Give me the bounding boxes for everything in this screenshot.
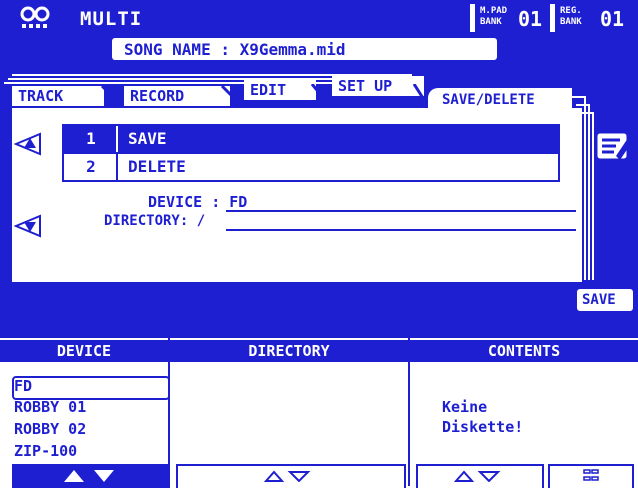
column-header-device: DEVICE (0, 340, 168, 362)
save-delete-menu: 1 SAVE 2 DELETE (62, 124, 560, 182)
multi-speaker-icon (20, 6, 50, 28)
up-down-arrows-icon (454, 470, 501, 482)
mpad-bank-value: 01 (518, 7, 543, 31)
device-item-robby-02[interactable]: ROBBY 02 (14, 420, 86, 438)
divider (550, 4, 555, 32)
menu-item-label: SAVE (128, 129, 167, 148)
scroll-down-icon[interactable] (14, 214, 42, 238)
directory-label: DIRECTORY: / (104, 213, 206, 229)
reg-label-bottom: BANK (560, 17, 582, 27)
mpad-label-bottom: BANK (480, 17, 502, 27)
page-edge (584, 96, 586, 280)
bank-indicators: M.PAD BANK 01 REG. BANK 01 (470, 4, 638, 34)
page-edge (572, 96, 586, 98)
mode-title: MULTI (80, 8, 143, 30)
edit-note-icon[interactable] (594, 128, 632, 164)
reg-label-top: REG. (560, 6, 582, 16)
menu-item-label: DELETE (128, 157, 186, 176)
device-item-fd[interactable]: FD (14, 377, 32, 395)
tab-save-delete-label: SAVE/DELETE (442, 92, 535, 108)
selected-device-highlight (12, 376, 170, 400)
column-header-contents: CONTENTS (410, 340, 638, 362)
up-down-arrows-icon (64, 470, 114, 482)
divider (116, 126, 118, 152)
tab-separators (100, 84, 430, 108)
directory-underline (226, 229, 576, 231)
mpad-label-top: M.PAD (480, 6, 508, 16)
device-item-robby-01[interactable]: ROBBY 01 (14, 398, 86, 416)
device-underline (226, 210, 576, 212)
menu-item-number: 1 (86, 129, 96, 148)
reg-bank-value: 01 (600, 7, 625, 31)
contents-message-line1: Keine (442, 398, 488, 416)
page-edge (588, 104, 590, 280)
song-name: SONG NAME : X9Gemma.mid (124, 40, 346, 59)
page-edge (576, 104, 590, 106)
scroll-up-icon[interactable] (14, 132, 42, 156)
status-band (0, 282, 638, 338)
divider (470, 4, 475, 32)
menu-item-number: 2 (86, 157, 96, 176)
contents-message-line2: Diskette! (442, 418, 524, 436)
divider (116, 154, 118, 180)
list-options-icon (583, 469, 599, 481)
menu-item-save[interactable]: 1 SAVE (64, 126, 558, 152)
column-divider (408, 338, 410, 486)
up-down-arrows-icon (264, 470, 311, 482)
device-item-zip-100[interactable]: ZIP-100 (14, 442, 77, 460)
device-label: DEVICE : FD (148, 193, 248, 211)
page-edge (580, 112, 594, 114)
save-button-label: SAVE (582, 292, 616, 308)
menu-item-delete[interactable]: 2 DELETE (64, 152, 558, 180)
column-header-directory: DIRECTORY (170, 340, 408, 362)
